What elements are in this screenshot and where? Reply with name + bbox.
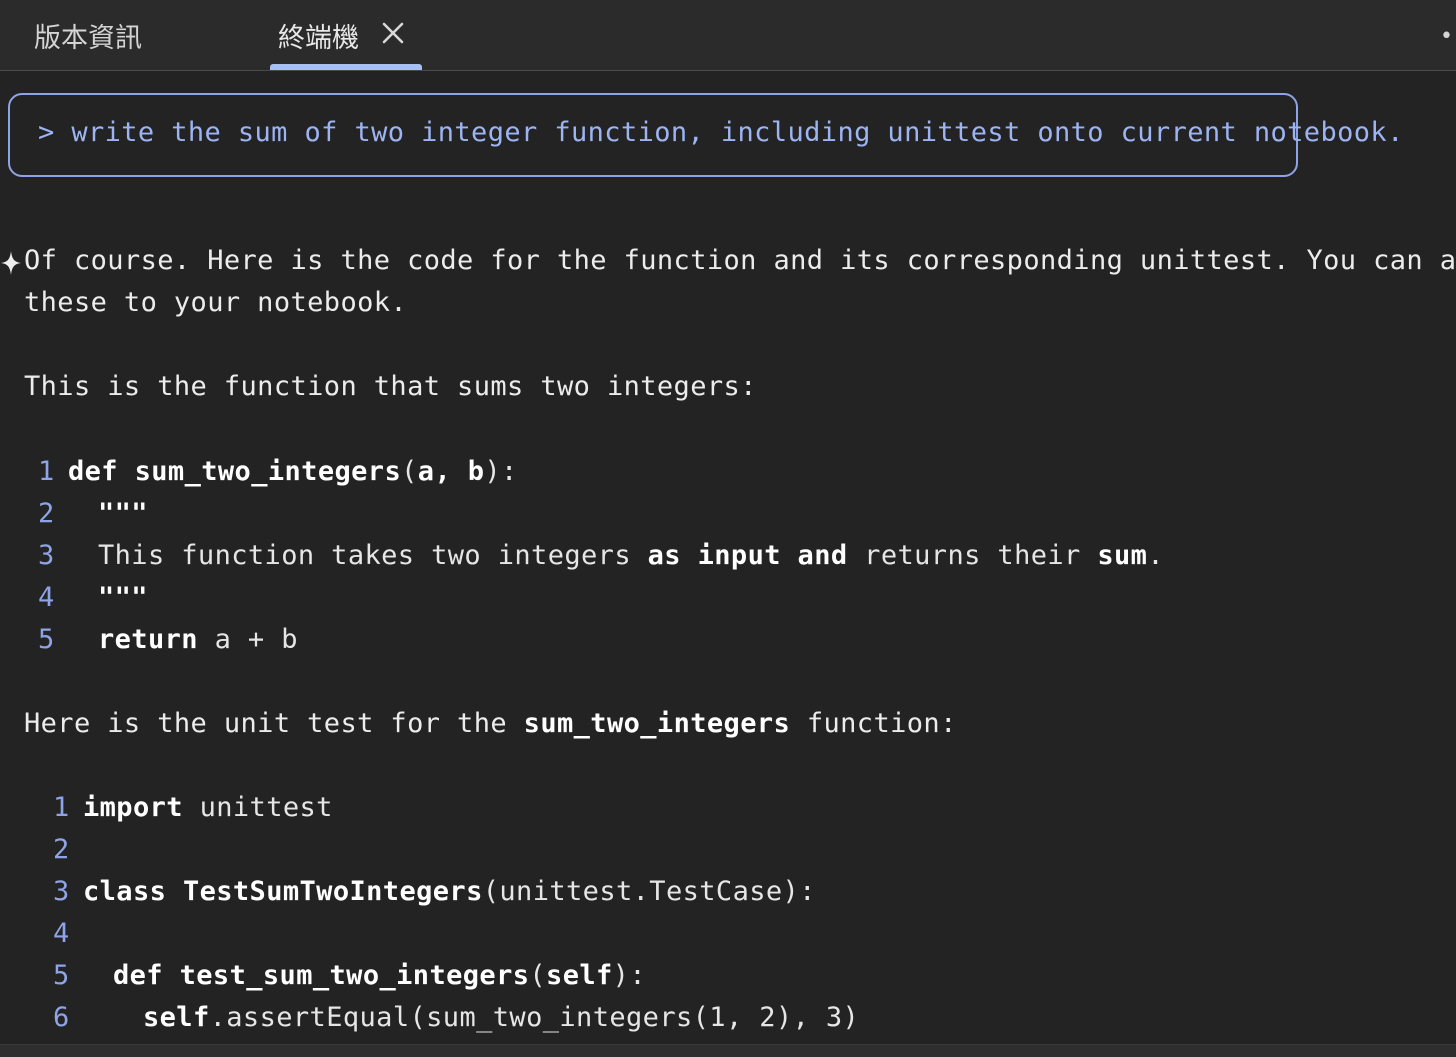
code-line: 3 This function takes two integers as inp… [38,540,1164,571]
keyword-def: def [113,960,163,991]
docstring-text: . [1147,540,1164,571]
paren: ): [612,960,646,991]
function-intro-text: This is the function that sums two integ… [24,371,757,402]
keyword-def: def [68,456,118,487]
docstring-quote: """ [98,498,148,529]
arg-a: a [417,456,435,487]
docstring-quote: """ [98,582,148,613]
code-line: 2 """ [38,498,148,529]
line-number: 5 [38,624,55,655]
code-line: 1 def sum_two_integers(a, b): [38,456,518,487]
test-intro-before: Here is the unit test for the [24,708,524,739]
prompt-caret: > [38,117,55,148]
comma: , [434,456,468,487]
keyword-as: as [647,540,681,571]
paren: ( [529,960,547,991]
code-line: 1 import unittest [53,792,333,823]
line-number: 1 [38,456,55,487]
code-line: 4 [53,918,83,949]
tab-version-info-label: 版本資訊 [34,22,142,54]
module-name: unittest [182,792,333,823]
more-tabs-icon[interactable]: •• [1440,24,1456,49]
test-intro-function-name: sum_two_integers [523,708,791,739]
code-line: 5 def test_sum_two_integers(self): [53,960,646,991]
keyword-return: return [98,624,198,655]
line-number: 3 [53,876,70,907]
method-name: test_sum_two_integers [179,960,530,991]
class-base: (unittest.TestCase): [482,876,816,907]
paren: ( [401,456,418,487]
test-intro-after: function: [790,708,957,739]
code-line: 3 class TestSumTwoIntegers(unittest.TestC… [53,876,816,907]
response-intro-line-2: these to your notebook. [24,287,408,318]
user-prompt-box: > write the sum of two integer function,… [8,93,1403,177]
tab-version-info[interactable]: 版本資訊 [34,0,142,70]
return-expression: a + b [197,624,298,655]
line-number: 3 [38,540,55,571]
code-line: 6 self.assertEqual(sum_two_integers(1, 2)… [53,1002,859,1033]
line-number: 6 [53,1002,70,1033]
keyword-self: self [546,960,613,991]
docstring-text: This function takes two integers [98,540,648,571]
line-number: 5 [53,960,70,991]
response-intro-line-1: Of course. Here is the code for the func… [24,245,1456,276]
line-number: 2 [38,498,55,529]
code-line: 5 return a + b [38,624,298,655]
paren: ): [484,456,518,487]
user-prompt: > write the sum of two integer function,… [38,117,1404,148]
docstring-text: returns their [847,540,1098,571]
keyword-input: input [697,540,781,571]
line-number: 4 [53,918,70,949]
line-number: 4 [38,582,55,613]
tab-terminal-label: 終端機 [278,22,359,54]
keyword-and: and [797,540,848,571]
keyword-sum: sum [1097,540,1148,571]
close-icon[interactable] [380,20,406,46]
code-line: 2 [53,834,83,865]
keyword-self: self [143,1002,210,1033]
assert-call: .assertEqual(sum_two_integers(1, 2), 3) [209,1002,860,1033]
test-intro-text: Here is the unit test for the sum_two_in… [24,708,957,739]
horizontal-scrollbar[interactable] [0,1044,1456,1057]
line-number: 1 [53,792,70,823]
keyword-import: import [83,792,183,823]
active-tab-indicator [270,64,422,70]
tab-bar: 版本資訊 終端機 •• [0,0,1456,71]
function-name: sum_two_integers [134,456,402,487]
class-name: TestSumTwoIntegers [182,876,483,907]
code-line: 4 """ [38,582,148,613]
arg-b: b [467,456,485,487]
line-number: 2 [53,834,70,865]
keyword-class: class [83,876,167,907]
prompt-text: write the sum of two integer function, i… [71,117,1404,148]
sparkle-icon [1,251,21,275]
